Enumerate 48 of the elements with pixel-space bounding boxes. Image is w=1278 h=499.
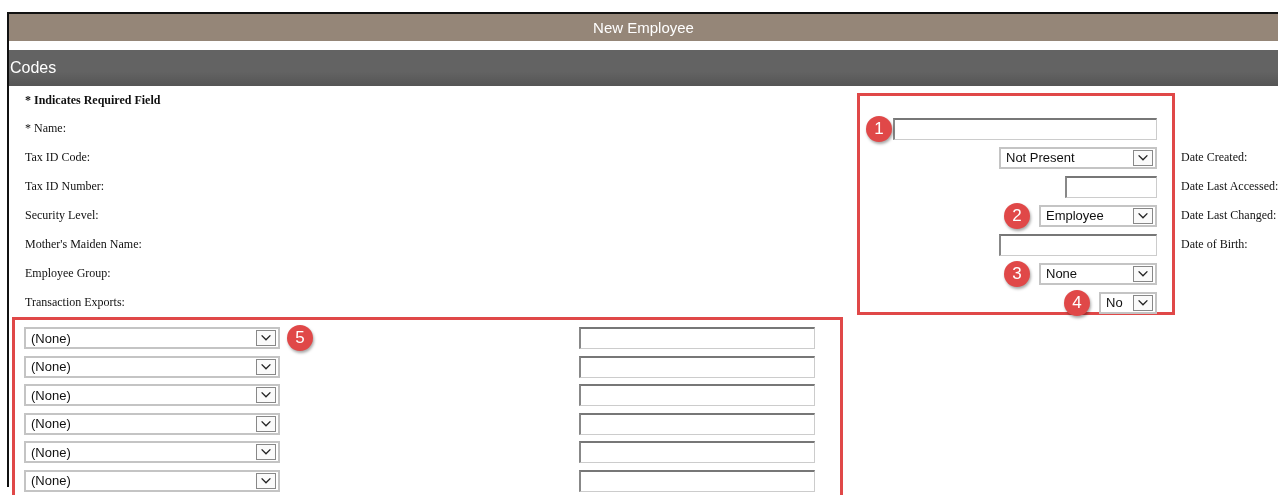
dropdown[interactable]: (None) [24,441,280,464]
input-field[interactable] [1065,175,1157,198]
section-title: Codes [9,50,1278,86]
dropdown[interactable]: No [1099,291,1157,314]
callout-number: 5 [287,325,313,352]
date-label: Date Created: [1181,150,1249,165]
dropdown[interactable]: Not Present [999,146,1157,169]
chevron-icon [1133,294,1153,311]
input-field[interactable] [579,355,815,378]
chevron-icon [1133,149,1153,166]
callout-number: 3 [1004,260,1030,287]
chevron-icon [256,444,276,461]
input-field[interactable] [579,412,815,435]
input-field[interactable] [893,117,1157,140]
field-label: Tax ID Code: [25,150,92,165]
chevron-icon [256,358,276,375]
chevron-icon [256,415,276,432]
required-note: * Indicates Required Field [25,92,162,108]
chevron-icon [256,387,276,404]
input-field[interactable] [579,469,815,492]
dropdown[interactable]: (None) [24,469,280,492]
chevron-icon [1133,265,1153,282]
field-label: Mother's Maiden Name: [25,237,143,252]
date-label: Date of Birth: [1181,237,1249,252]
callout-number: 2 [1004,202,1030,229]
dropdown[interactable]: Employee [1039,204,1157,227]
date-label: Date Last Changed: [1181,208,1278,223]
input-field[interactable] [999,233,1157,256]
field-label: Transaction Exports: [25,295,126,310]
field-label: Tax ID Number: [25,179,106,194]
chevron-icon [256,472,276,489]
date-label: Date Last Accessed: [1181,179,1278,194]
input-field[interactable] [579,384,815,407]
field-label: Employee Group: [25,266,112,281]
dropdown[interactable]: (None) [24,384,280,407]
dropdown[interactable]: (None) [24,412,280,435]
dropdown[interactable]: (None) [24,355,280,378]
field-label: * Name: [25,121,67,136]
callout-number: 4 [1064,289,1090,316]
chevron-icon [1133,207,1153,224]
callout-number: 1 [866,115,892,142]
window-title: New Employee [9,14,1278,41]
input-field[interactable] [579,441,815,464]
input-field[interactable] [579,327,815,350]
chevron-icon [256,330,276,347]
dropdown[interactable]: (None) [24,327,280,350]
dropdown[interactable]: None [1039,262,1157,285]
field-label: Security Level: [25,208,100,223]
